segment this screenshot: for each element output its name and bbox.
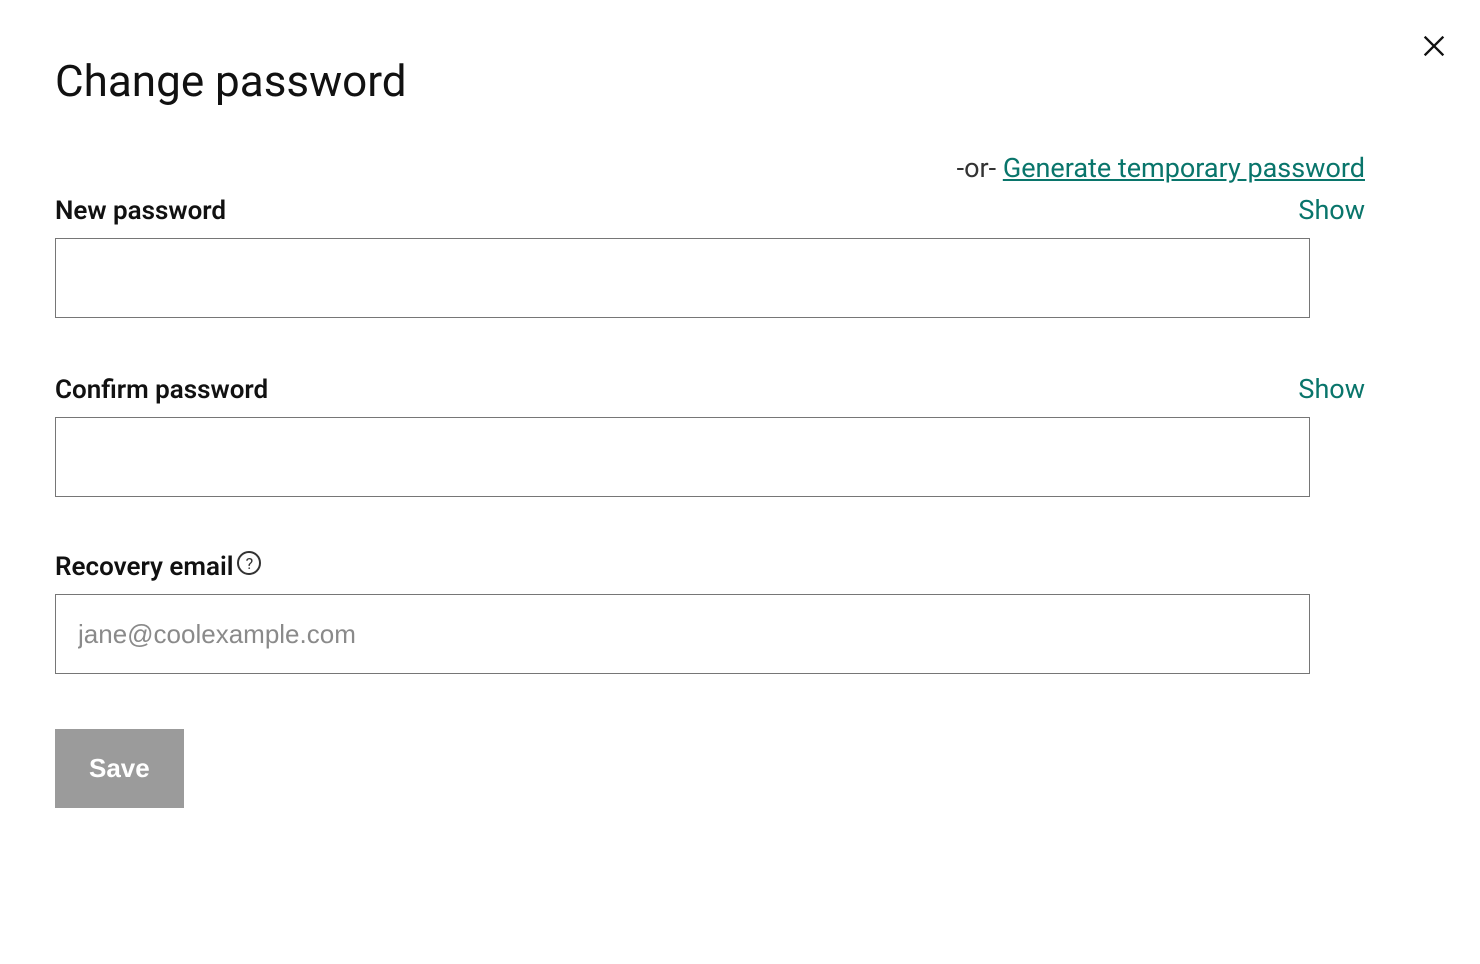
recovery-email-group: Recovery email ?: [55, 552, 1425, 674]
generate-row: -or- Generate temporary password: [55, 152, 1425, 184]
confirm-password-group: Confirm password Show: [55, 373, 1425, 497]
help-icon[interactable]: ?: [237, 551, 261, 575]
recovery-email-label-text: Recovery email: [55, 552, 233, 582]
close-icon: [1420, 32, 1448, 60]
new-password-input[interactable]: [55, 238, 1310, 318]
generate-temp-password-link[interactable]: Generate temporary password: [1003, 152, 1365, 184]
confirm-password-show-toggle[interactable]: Show: [1298, 373, 1365, 405]
confirm-password-label: Confirm password: [55, 375, 268, 405]
new-password-label: New password: [55, 196, 226, 226]
recovery-email-input[interactable]: [55, 594, 1310, 674]
close-button[interactable]: [1416, 28, 1452, 64]
or-text: -or-: [957, 152, 1003, 184]
new-password-show-toggle[interactable]: Show: [1298, 194, 1365, 226]
new-password-group: New password Show: [55, 194, 1425, 318]
save-button[interactable]: Save: [55, 729, 184, 808]
confirm-password-input[interactable]: [55, 417, 1310, 497]
page-title: Change password: [55, 55, 1425, 107]
recovery-email-label: Recovery email ?: [55, 552, 261, 582]
